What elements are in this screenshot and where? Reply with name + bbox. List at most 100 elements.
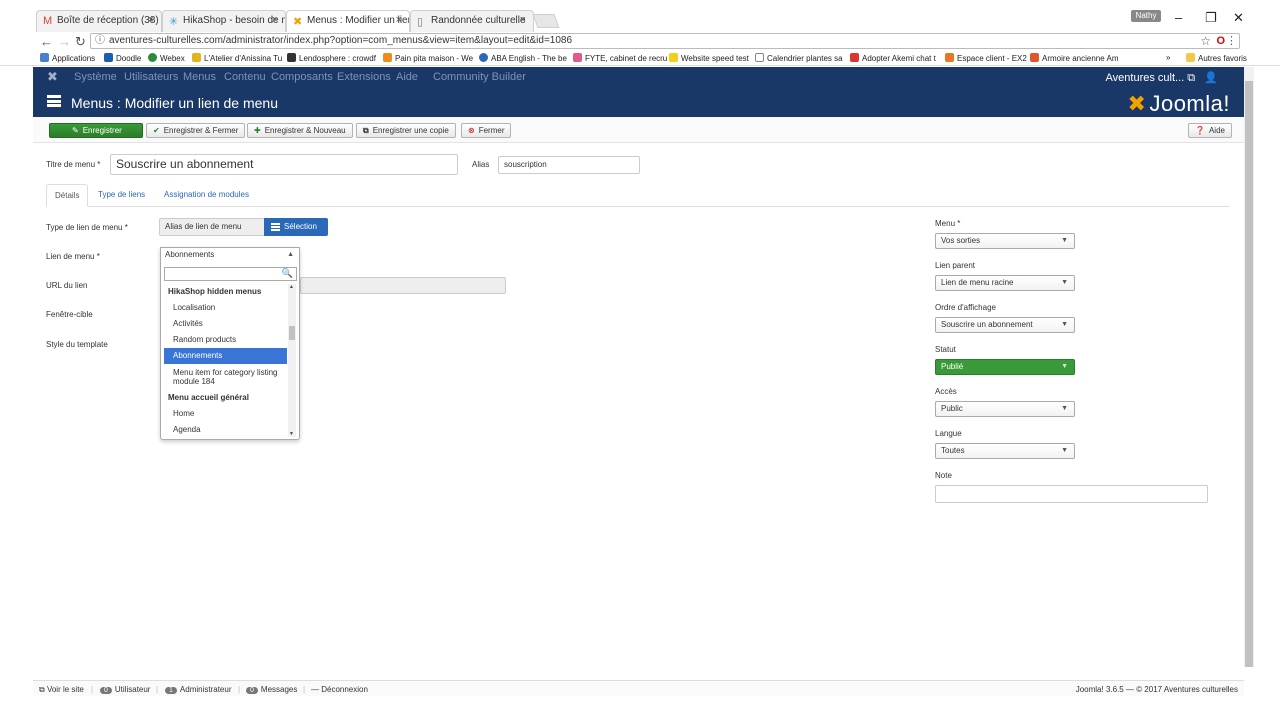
dropdown-options: HikaShop hidden menus Localisation Activ… [164, 284, 287, 437]
scroll-up-icon[interactable]: ▲ [289, 284, 294, 290]
reload-icon[interactable]: ↻ [75, 34, 86, 50]
joomla-logo-icon[interactable]: ✖ [47, 69, 58, 85]
save-new-button[interactable]: ✚ Enregistrer & Nouveau [247, 123, 353, 138]
restore-icon[interactable]: ❐ [1205, 10, 1217, 26]
divider: | [91, 685, 94, 694]
save-button[interactable]: ✎ Enregistrer [49, 123, 143, 138]
new-tab-button[interactable] [532, 14, 560, 28]
star-icon[interactable]: ☆ [1200, 34, 1211, 48]
user-icon[interactable]: 👤 [1204, 72, 1218, 84]
back-icon[interactable]: ← [40, 34, 53, 49]
bookmark[interactable]: Lendosphere : crowdf [287, 53, 376, 63]
nav-utilisateurs[interactable]: Utilisateurs [124, 71, 178, 83]
menu-link-select[interactable]: Abonnements ▲ [160, 247, 300, 264]
bookmark-apps[interactable]: Applications [40, 53, 95, 63]
close-icon[interactable]: × [272, 14, 278, 26]
list-item[interactable]: Menu item for category listing module 18… [164, 364, 287, 390]
bookmark[interactable]: Webex [148, 53, 185, 63]
alias-input[interactable]: souscription [498, 156, 640, 174]
users-online[interactable]: 0 Utilisateur [100, 685, 150, 694]
nav-extensions[interactable]: Extensions [337, 71, 391, 83]
scrollbar-thumb[interactable] [1245, 81, 1253, 667]
nav-contenu[interactable]: Contenu [224, 71, 266, 83]
note-input[interactable] [935, 485, 1208, 503]
save-close-button[interactable]: ✔ Enregistrer & Fermer [146, 123, 246, 138]
title-input[interactable]: Souscrire un abonnement [110, 154, 458, 175]
close-icon[interactable]: × [396, 14, 402, 26]
profile-button[interactable]: Nathy [1131, 10, 1161, 22]
bookmarks-more-button[interactable]: » [1166, 53, 1170, 62]
view-site-link[interactable]: ⧉ Voir le site [39, 685, 84, 695]
other-bookmarks[interactable]: Autres favoris [1186, 53, 1247, 63]
forward-icon[interactable]: → [58, 34, 71, 49]
chevron-down-icon: ▼ [1061, 279, 1068, 286]
site-link[interactable]: Aventures cult... ⧉ 👤 [1106, 71, 1218, 85]
page-scrollbar[interactable] [1244, 67, 1254, 667]
admins-online[interactable]: 1 Administrateur [165, 685, 231, 694]
bookmark[interactable]: ABA English - The be [479, 53, 567, 63]
help-button[interactable]: ❓ Aide [1188, 123, 1232, 138]
dropdown-scrollbar[interactable]: ▲ ▼ [288, 284, 296, 437]
logout-link[interactable]: — Déconnexion [311, 685, 368, 694]
list-item[interactable]: Localisation [164, 300, 287, 316]
dropdown-search-input[interactable]: 🔍 [164, 267, 297, 281]
bookmark[interactable]: FYTE, cabinet de recru [573, 53, 667, 63]
tab-assignation-modules[interactable]: Assignation de modules [156, 184, 257, 207]
browser-tab-title: Menus : Modifier un lien [307, 15, 410, 26]
apps-grid-icon [40, 53, 49, 62]
nav-menus[interactable]: Menus [183, 71, 216, 83]
nav-aide[interactable]: Aide [396, 71, 418, 83]
close-button[interactable]: ⊗ Fermer [461, 123, 512, 138]
list-item[interactable]: Random products [164, 332, 287, 348]
select-type-button[interactable]: Sélection [264, 218, 328, 236]
browser-tab-hikashop[interactable]: ✳ HikaShop - besoin de m × [162, 10, 286, 32]
bookmark[interactable]: Pain pita maison - We [383, 53, 473, 63]
list-item-selected[interactable]: Abonnements [164, 348, 287, 364]
language-select[interactable]: Toutes ▼ [935, 443, 1075, 459]
save-copy-button[interactable]: ⧉ Enregistrer une copie [356, 123, 456, 138]
close-window-icon[interactable]: ✕ [1233, 10, 1244, 26]
browser-tab-randonnee[interactable]: ▯ Randonnée culturelle × [410, 10, 534, 32]
ordering-select[interactable]: Souscrire un abonnement ▼ [935, 317, 1075, 333]
nav-community-builder[interactable]: Community Builder [433, 71, 526, 83]
tab-details[interactable]: Détails [46, 184, 88, 207]
messages-link[interactable]: 0 Messages [246, 685, 297, 694]
menu-item-type-field: Alias de lien de menu [159, 218, 265, 236]
parent-item-select[interactable]: Lien de menu racine ▼ [935, 275, 1075, 291]
browser-tab-gmail[interactable]: M Boîte de réception (38) - × [36, 10, 162, 32]
status-select[interactable]: Publié ▼ [935, 359, 1075, 375]
hikashop-icon: ✳ [169, 16, 179, 28]
menu-link-dropdown[interactable]: Abonnements ▲ 🔍 HikaShop hidden menus Lo… [160, 247, 300, 440]
kebab-menu-icon[interactable]: ⋮ [1226, 34, 1237, 48]
close-icon[interactable]: × [520, 14, 526, 26]
bookmark[interactable]: Doodle [104, 53, 141, 63]
bookmark[interactable]: Website speed test [669, 53, 749, 63]
nav-systeme[interactable]: Système [74, 71, 117, 83]
status-label: Statut [935, 345, 956, 354]
access-select[interactable]: Public ▼ [935, 401, 1075, 417]
browser-tab-menus[interactable]: ✖ Menus : Modifier un lien × [286, 10, 410, 32]
bookmark[interactable]: Adopter Akemi chat t [850, 53, 936, 63]
nav-composants[interactable]: Composants [271, 71, 333, 83]
close-icon[interactable]: × [148, 14, 154, 26]
opera-icon[interactable]: O [1216, 34, 1225, 48]
access-label: Accès [935, 387, 957, 396]
chevron-down-icon: ▼ [1061, 447, 1068, 454]
scroll-down-icon[interactable]: ▼ [289, 431, 294, 437]
bookmark[interactable]: L'Atelier d'Anissina Tu [192, 53, 282, 63]
info-icon[interactable]: ⓘ [95, 34, 105, 48]
bookmark[interactable]: Calendrier plantes sa [755, 53, 843, 63]
edit-icon: ✎ [72, 126, 79, 135]
list-item[interactable]: Activités [164, 316, 287, 332]
chevron-up-icon: ▲ [287, 251, 294, 258]
menu-select[interactable]: Vos sorties ▼ [935, 233, 1075, 249]
scrollbar-thumb[interactable] [289, 326, 295, 340]
bookmark[interactable]: Espace client - EX2 [945, 53, 1027, 63]
url-input[interactable]: ⓘ aventures-culturelles.com/administrato… [90, 33, 1240, 49]
minimize-icon[interactable]: – [1175, 10, 1182, 25]
list-item[interactable]: Agenda [164, 422, 287, 437]
tab-type-liens[interactable]: Type de liens [90, 184, 153, 207]
list-item[interactable]: Home [164, 406, 287, 422]
bookmark[interactable]: Armoire ancienne Am [1030, 53, 1118, 63]
adopter-icon [850, 53, 859, 62]
